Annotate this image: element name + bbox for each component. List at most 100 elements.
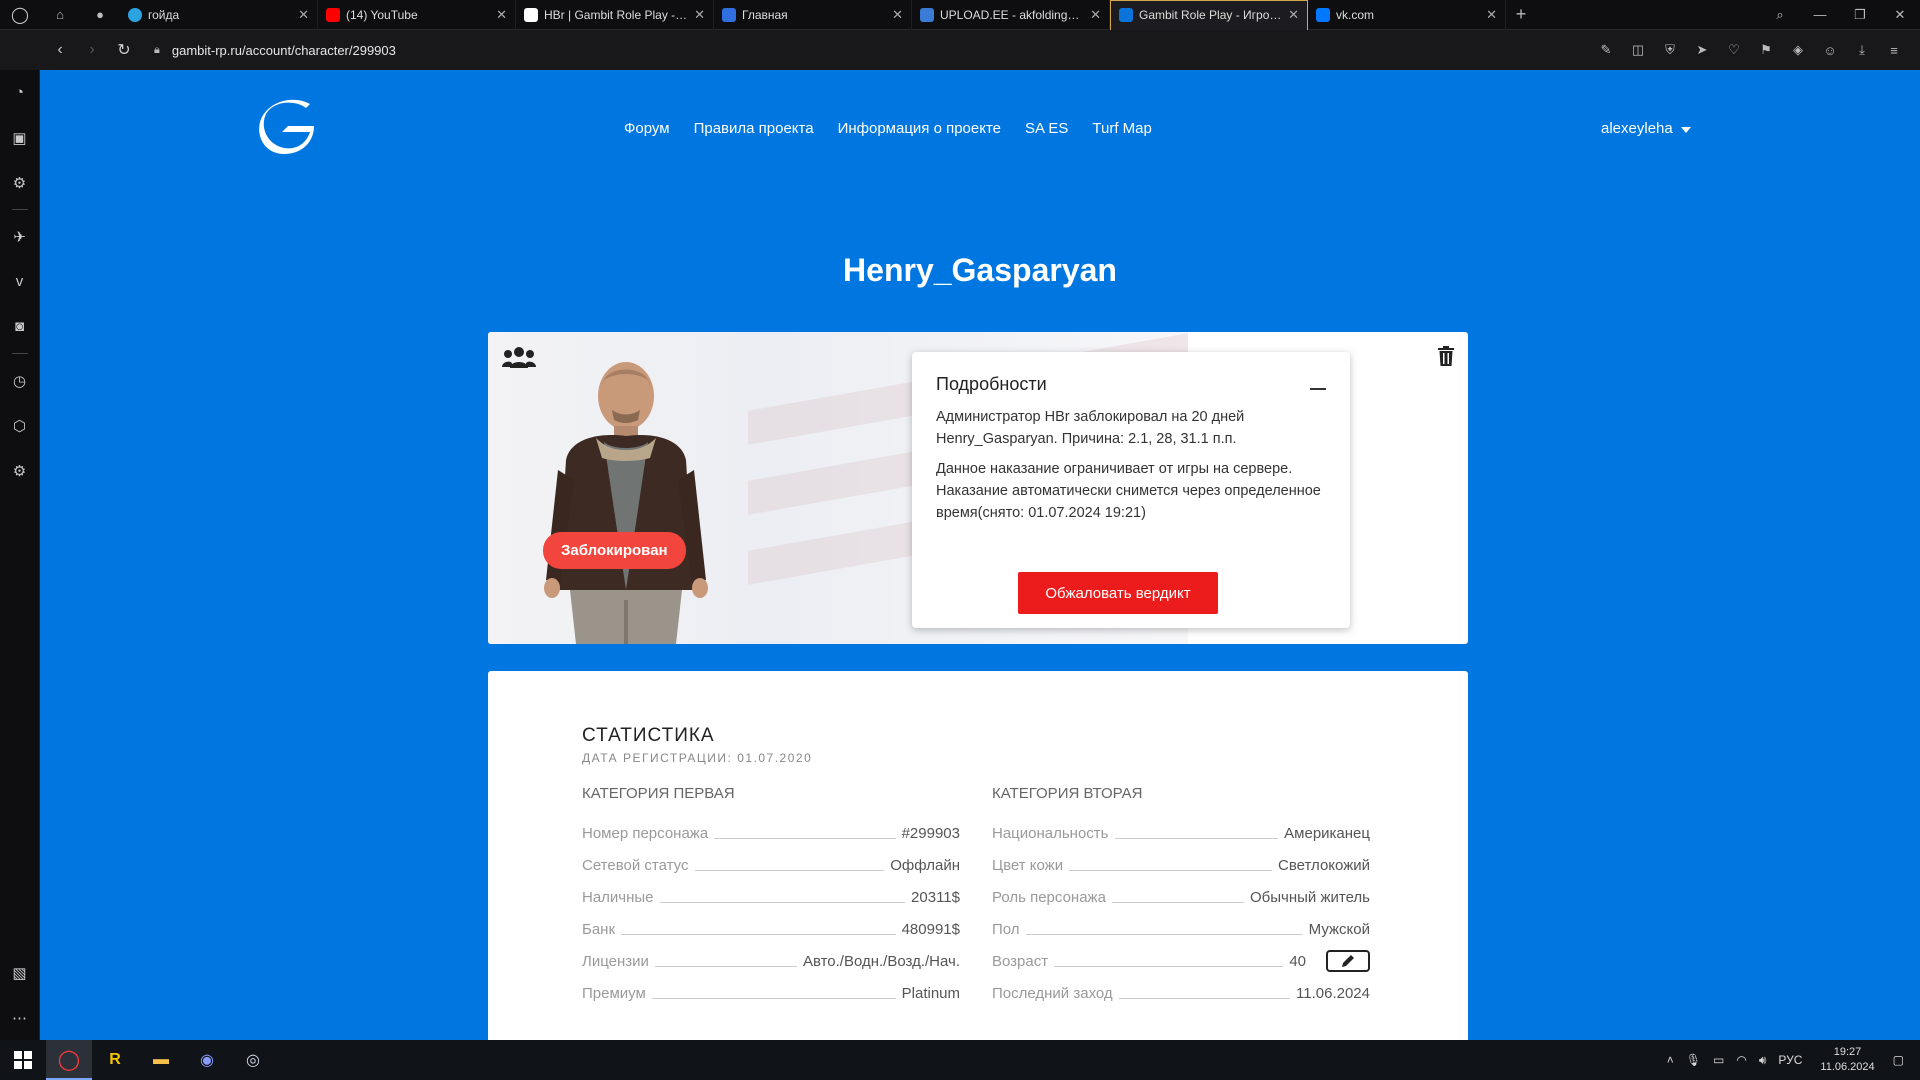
camera-icon[interactable]: ◫ [1622,42,1654,58]
sidebar-divider [11,209,28,210]
stat-row: Цвет кожи Светлокожий [992,857,1370,874]
chevron-down-icon [1680,127,1691,133]
stats-card: СТАТИСТИКА ДАТА РЕГИСТРАЦИИ: 01.07.2020 … [488,671,1468,1040]
tab-5[interactable]: Gambit Role Play - Игрово ✕ [1110,0,1308,30]
edit-icon[interactable]: ✎ [1590,42,1622,58]
stat-row: Пол Мужской [992,921,1370,938]
close-tab-icon[interactable]: ✕ [1090,7,1101,23]
extensions-icon[interactable]: ⬡ [0,403,40,448]
tab-2[interactable]: HBr | Gambit Role Play - Фо ✕ [516,0,714,30]
nav-info[interactable]: Информация о проекте [838,120,1001,137]
opera-menu-icon[interactable]: ◯ [0,0,40,30]
collapse-icon[interactable] [1310,388,1326,390]
blocked-status-badge: Заблокирован [543,532,686,569]
file-explorer-icon[interactable]: ▬ [138,1040,184,1080]
category-second-title: КАТЕГОРИЯ ВТОРАЯ [992,785,1143,802]
heart-icon[interactable]: ♡ [1718,42,1750,58]
reload-icon[interactable]: ↻ [108,40,140,60]
user-menu[interactable]: alexeyleha [1601,120,1691,137]
profile-icon[interactable]: ☺ [1814,43,1846,58]
vk-icon[interactable]: ᴠ [0,259,40,304]
details-panel: Подробности Администратор HBr заблокиров… [912,352,1350,628]
menu-icon[interactable]: ≡ [1878,43,1910,58]
telegram-icon[interactable]: ✈ [0,214,40,259]
trash-icon[interactable] [1438,346,1454,366]
opera-taskbar-icon[interactable]: ◯ [46,1040,92,1080]
stat-row: Последний заход 11.06.2024 [992,985,1370,1002]
stat-row: Сетевой статус Оффлайн [582,857,960,874]
stat-row: Лицензии Авто./Водн./Возд./Нач. [582,953,960,970]
minimize-icon[interactable]: — [1800,7,1840,23]
history-icon[interactable]: ◷ [0,358,40,403]
flag-icon[interactable]: ⚑ [1750,42,1782,58]
discord-icon[interactable]: ◙ [0,304,40,349]
stat-row: Банк 480991$ [582,921,960,938]
stat-row: Наличные 20311$ [582,889,960,906]
chatgpt-icon[interactable]: ⚙ [0,160,40,205]
close-tab-icon[interactable]: ✕ [892,7,903,23]
language-indicator[interactable]: РУС [1778,1053,1802,1067]
gallery-icon[interactable]: ▧ [0,950,40,995]
notifications-icon[interactable]: ▢ [1893,1053,1904,1067]
stat-row: Премиум Platinum [582,985,960,1002]
speed-dial-icon[interactable]: ◔ [0,70,40,115]
nav-sa-es[interactable]: SA ES [1025,120,1068,137]
character-name: Henry_Gasparyan [843,252,1117,288]
nav-turf-map[interactable]: Turf Map [1092,120,1151,137]
search-tabs-icon[interactable]: ⌕ [1760,7,1800,23]
tab-3[interactable]: Главная ✕ [714,0,912,30]
chevron-up-icon[interactable]: ˄ [1667,1053,1674,1067]
rockstar-taskbar-icon[interactable]: R [92,1040,138,1080]
windows-taskbar: ◯ R ▬ ◉ ◎ ˄ 🎙︎ ▭ ◠ 🔊︎ РУС 19:27 11.06.20… [0,1040,1920,1080]
discord-taskbar-icon[interactable]: ◉ [184,1040,230,1080]
cube-icon[interactable]: ◈ [1782,42,1814,58]
main-nav: Форум Правила проекта Информация о проек… [624,120,1152,137]
close-tab-icon[interactable]: ✕ [694,7,705,23]
gambit-icon [1119,8,1133,22]
clock[interactable]: 19:27 11.06.2024 [1820,1045,1874,1075]
volume-icon[interactable]: 🔊︎ [1759,1053,1767,1068]
twitch-icon[interactable]: ▣ [0,115,40,160]
send-icon[interactable]: ➤ [1686,42,1718,58]
battery-icon[interactable]: ▭ [1713,1053,1724,1067]
url-field[interactable]: 🔒︎ gambit-rp.ru/account/character/299903 [154,43,396,58]
windows-start-icon[interactable] [0,1040,46,1080]
stat-row: Номер персонажа #299903 [582,825,960,842]
tab-4[interactable]: UPLOAD.EE - akfoldingstoc ✕ [912,0,1110,30]
close-tab-icon[interactable]: ✕ [1288,7,1299,23]
stat-row: Возраст 40 [992,950,1370,972]
close-tab-icon[interactable]: ✕ [1486,7,1497,23]
download-icon[interactable]: ⤓ [1846,42,1878,58]
close-tab-icon[interactable]: ✕ [496,7,507,23]
sidebar-divider [11,353,28,354]
stats-title: СТАТИСТИКА [582,725,715,746]
close-tab-icon[interactable]: ✕ [298,7,309,23]
forward-icon[interactable]: › [76,41,108,59]
workspaces-icon[interactable]: ⌂ [40,0,80,30]
vk-icon [1316,7,1330,22]
steam-taskbar-icon[interactable]: ◎ [230,1040,276,1080]
restore-icon[interactable]: ❐ [1840,7,1880,23]
browser-tab-bar: ◯ ⌂ ● гойда ✕ (14) YouTube ✕ HBr | Gambi… [0,0,1920,30]
pencil-icon [1342,955,1354,967]
new-tab-button[interactable]: + [1506,4,1536,25]
shield-icon[interactable]: ⛨ [1654,42,1686,58]
appeal-button[interactable]: Обжаловать вердикт [1018,572,1218,614]
microphone-icon[interactable]: 🎙︎ [1686,1053,1701,1067]
upload-icon [920,7,934,22]
settings-icon[interactable]: ⚙ [0,448,40,493]
tab-1[interactable]: (14) YouTube ✕ [318,0,516,30]
back-icon[interactable]: ‹ [44,41,76,59]
tab-islands-icon[interactable]: ● [80,0,120,30]
close-window-icon[interactable]: ✕ [1880,7,1920,23]
wifi-icon[interactable]: ◠ [1736,1053,1746,1067]
gambit-logo[interactable] [258,98,316,154]
more-icon[interactable]: ⋯ [0,995,40,1040]
browser-sidebar: ◔ ▣ ⚙ ✈ ᴠ ◙ ◷ ⬡ ⚙ ▧ ⋯ [0,70,40,1040]
tab-6[interactable]: vk.com ✕ [1308,0,1506,30]
nav-forum[interactable]: Форум [624,120,670,137]
nav-rules[interactable]: Правила проекта [694,120,814,137]
category-first-title: КАТЕГОРИЯ ПЕРВАЯ [582,785,735,802]
tab-0[interactable]: гойда ✕ [120,0,318,30]
edit-age-button[interactable] [1326,950,1370,972]
